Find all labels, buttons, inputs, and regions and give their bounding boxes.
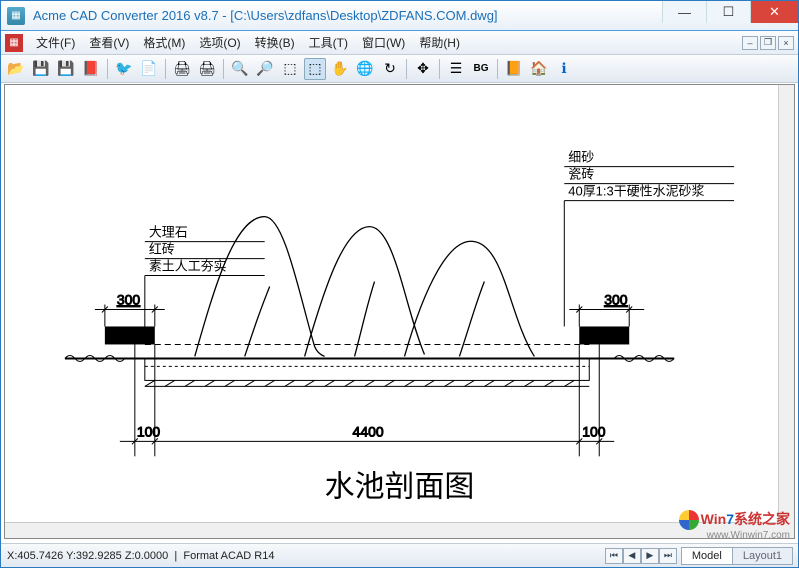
tab-layout1[interactable]: Layout1 bbox=[732, 547, 793, 565]
menubar: ▦ 文件(F) 查看(V) 格式(M) 选项(O) 转换(B) 工具(T) 窗口… bbox=[1, 31, 798, 55]
tab-model[interactable]: Model bbox=[681, 547, 733, 565]
close-button[interactable]: ✕ bbox=[750, 1, 798, 23]
dim-bottom: 100 4400 100 bbox=[120, 423, 614, 444]
svg-text:4400: 4400 bbox=[353, 423, 384, 439]
svg-text:100: 100 bbox=[137, 423, 161, 439]
home-icon[interactable]: 🏠 bbox=[528, 58, 550, 80]
scroll-corner bbox=[778, 522, 794, 538]
titlebar: ▦ Acme CAD Converter 2016 v8.7 - [C:\Use… bbox=[1, 1, 798, 31]
dim-top-left: 300 bbox=[95, 292, 165, 327]
status-text: X:405.7426 Y:392.9285 Z:0.0000 | Format … bbox=[7, 550, 605, 562]
arrows-icon[interactable]: ✥ bbox=[412, 58, 434, 80]
maximize-button[interactable]: ☐ bbox=[706, 1, 750, 23]
mdi-restore-button[interactable]: ❐ bbox=[760, 36, 776, 50]
book-icon[interactable]: 📙 bbox=[503, 58, 525, 80]
save-icon[interactable]: 💾 bbox=[30, 58, 52, 80]
zoom-extents-icon[interactable]: ⬚ bbox=[304, 58, 326, 80]
app-window: ▦ Acme CAD Converter 2016 v8.7 - [C:\Use… bbox=[0, 0, 799, 568]
menu-view[interactable]: 查看(V) bbox=[82, 31, 136, 54]
next-tab-button[interactable]: ▶ bbox=[641, 548, 659, 564]
mdi-minimize-button[interactable]: – bbox=[742, 36, 758, 50]
svg-text:100: 100 bbox=[582, 423, 606, 439]
menu-window[interactable]: 窗口(W) bbox=[355, 31, 412, 54]
globe-icon[interactable]: 🌐 bbox=[354, 58, 376, 80]
separator bbox=[107, 59, 108, 79]
bird-icon[interactable]: 🐦 bbox=[113, 58, 135, 80]
layout-tabs: Model Layout1 bbox=[681, 547, 792, 565]
pan-icon[interactable]: ✋ bbox=[329, 58, 351, 80]
print-icon[interactable]: 🖨 bbox=[171, 58, 193, 80]
mdi-close-button[interactable]: × bbox=[778, 36, 794, 50]
left-cap bbox=[105, 326, 155, 344]
separator bbox=[439, 59, 440, 79]
svg-text:300: 300 bbox=[604, 292, 628, 308]
status-coords: X:405.7426 Y:392.9285 Z:0.0000 bbox=[7, 550, 168, 562]
cad-drawing: 水池剖面图 大理石 红砖 素土人工夯实 细砂 瓷砖 40厚1:3干硬性水泥砂浆 bbox=[5, 85, 794, 538]
menu-help[interactable]: 帮助(H) bbox=[412, 31, 467, 54]
window-title: Acme CAD Converter 2016 v8.7 - [C:\Users… bbox=[31, 8, 662, 23]
pdf-icon[interactable]: 📕 bbox=[80, 58, 102, 80]
separator bbox=[406, 59, 407, 79]
menu-tools[interactable]: 工具(T) bbox=[302, 31, 355, 54]
zoom-out-icon[interactable]: 🔎 bbox=[254, 58, 276, 80]
open-icon[interactable]: 📂 bbox=[5, 58, 27, 80]
separator bbox=[165, 59, 166, 79]
menu-format[interactable]: 格式(M) bbox=[136, 31, 192, 54]
drawing-canvas[interactable]: 水池剖面图 大理石 红砖 素土人工夯实 细砂 瓷砖 40厚1:3干硬性水泥砂浆 bbox=[4, 84, 795, 539]
dim-top-right: 300 bbox=[569, 292, 644, 327]
prev-tab-button[interactable]: ◀ bbox=[623, 548, 641, 564]
extension-lines bbox=[135, 344, 599, 456]
svg-text:300: 300 bbox=[117, 292, 141, 308]
save-alt-icon[interactable]: 💾 bbox=[55, 58, 77, 80]
mdi-buttons: – ❐ × bbox=[742, 36, 794, 50]
zoom-window-icon[interactable]: ⬚ bbox=[279, 58, 301, 80]
print-preview-icon[interactable]: 🖨 bbox=[196, 58, 218, 80]
status-format: Format ACAD R14 bbox=[183, 550, 274, 562]
menu-options[interactable]: 选项(O) bbox=[192, 31, 247, 54]
vertical-scrollbar[interactable] bbox=[778, 85, 794, 522]
window-buttons: — ☐ ✕ bbox=[662, 1, 798, 30]
app-icon: ▦ bbox=[7, 7, 25, 25]
convert-icon[interactable]: 📄 bbox=[138, 58, 160, 80]
drawing-title: 水池剖面图 bbox=[325, 470, 475, 503]
last-tab-button[interactable]: ⏭ bbox=[659, 548, 677, 564]
tab-nav-buttons: ⏮ ◀ ▶ ⏭ bbox=[605, 548, 677, 564]
layers-icon[interactable]: ☰ bbox=[445, 58, 467, 80]
info-icon[interactable]: ℹ bbox=[553, 58, 575, 80]
rotate-icon[interactable]: ↻ bbox=[379, 58, 401, 80]
zoom-in-icon[interactable]: 🔍 bbox=[229, 58, 251, 80]
svg-text:瓷砖: 瓷砖 bbox=[568, 167, 594, 182]
svg-text:细砂: 细砂 bbox=[568, 150, 594, 165]
first-tab-button[interactable]: ⏮ bbox=[605, 548, 623, 564]
statusbar: X:405.7426 Y:392.9285 Z:0.0000 | Format … bbox=[1, 543, 798, 567]
svg-text:40厚1:3干硬性水泥砂浆: 40厚1:3干硬性水泥砂浆 bbox=[568, 184, 704, 199]
toolbar: 📂 💾 💾 📕 🐦 📄 🖨 🖨 🔍 🔎 ⬚ ⬚ ✋ 🌐 ↻ ✥ ☰ BG 📙 🏠… bbox=[1, 55, 798, 83]
left-label-group: 大理石 红砖 素土人工夯实 bbox=[145, 225, 265, 327]
separator bbox=[497, 59, 498, 79]
svg-text:素土人工夯实: 素土人工夯实 bbox=[149, 259, 227, 274]
horizontal-scrollbar[interactable] bbox=[5, 522, 778, 538]
menu-file[interactable]: 文件(F) bbox=[29, 31, 82, 54]
rocks bbox=[195, 217, 535, 357]
svg-text:大理石: 大理石 bbox=[149, 225, 188, 240]
menu-convert[interactable]: 转换(B) bbox=[248, 31, 302, 54]
right-label-group: 细砂 瓷砖 40厚1:3干硬性水泥砂浆 bbox=[564, 150, 734, 327]
svg-text:红砖: 红砖 bbox=[149, 242, 175, 257]
pool-basin bbox=[145, 344, 589, 386]
bg-button[interactable]: BG bbox=[470, 58, 492, 80]
right-cap bbox=[579, 326, 629, 344]
separator bbox=[223, 59, 224, 79]
minimize-button[interactable]: — bbox=[662, 1, 706, 23]
menu-app-icon: ▦ bbox=[5, 34, 23, 52]
